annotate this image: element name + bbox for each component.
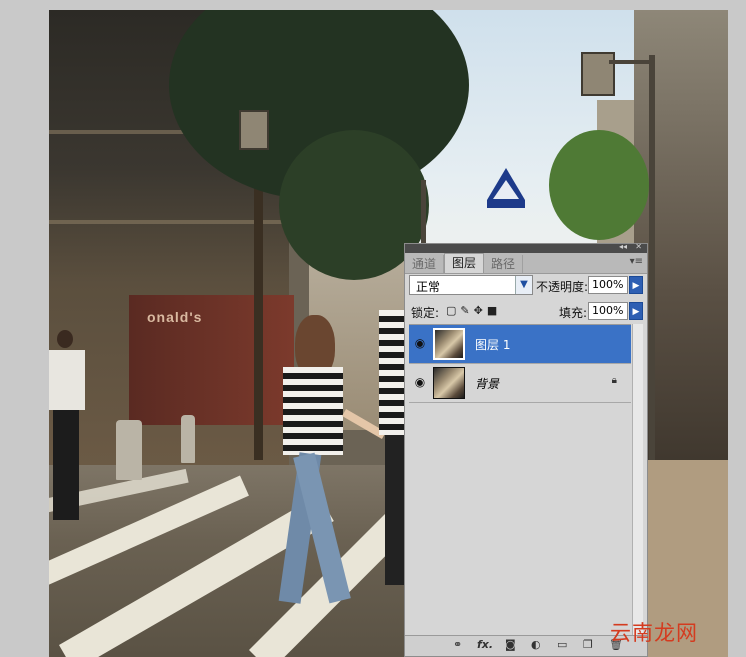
lamp-arm [609,60,651,64]
blend-mode-value: 正常 [416,280,441,294]
link-layers-icon[interactable]: ⚭ [453,638,462,651]
fx-icon[interactable]: fx. [477,638,493,651]
watermark-logo: 云南龙网 [610,621,698,645]
fill-label: 填充: [559,306,588,320]
layers-panel: ◂◂ ✕ 通道 图层 路径 ▾≡ 正常 ▼ 不透明度: 100% ▶ 锁定: ▢… [404,242,648,657]
street-lamp [239,110,269,150]
opacity-label: 不透明度: [536,280,589,294]
layer-list-scrollbar[interactable] [632,324,643,636]
opacity-input[interactable]: 100% [588,276,628,294]
blend-opacity-row: 正常 ▼ 不透明度: 100% ▶ [409,275,643,297]
eye-icon[interactable]: ◉ [411,373,429,391]
chevron-down-icon[interactable]: ▼ [515,276,532,294]
panel-title-strip: ◂◂ ✕ [405,242,647,253]
lock-position-icon[interactable]: ✥ [474,304,487,317]
lock-pixels-icon[interactable]: ✎ [460,304,473,317]
layer-thumbnail [433,328,465,360]
layer-thumbnail [433,367,465,399]
opacity-slider-icon[interactable]: ▶ [629,276,643,294]
group-icon[interactable]: ▭ [557,638,567,651]
pedestrian [49,330,87,520]
storefront-text: onald's [147,309,203,325]
layer-name[interactable]: 图层 1 [475,336,510,353]
tab-layers[interactable]: 图层 [444,253,485,273]
lock-label: 锁定: [411,306,440,320]
layer-name[interactable]: 背景 [475,375,499,392]
bollard [116,420,142,480]
woman-walking [269,315,386,615]
tree-canopy-right [549,130,649,240]
lock-options: ▢✎✥■ [446,304,501,317]
blend-mode-select[interactable]: 正常 ▼ [409,275,533,295]
adjustment-icon[interactable]: ◐ [531,638,541,651]
crossing-sign-inner [493,180,519,199]
lock-icon: 🔒︎ [611,375,617,386]
tree-trunk [254,160,263,460]
layer-row-layer1[interactable]: ◉ 图层 1 [409,325,631,364]
lock-transparency-icon[interactable]: ▢ [446,304,460,317]
panel-tabs: 通道 图层 路径 ▾≡ [405,253,647,274]
lamp-pole [649,55,655,475]
new-layer-icon[interactable]: ❐ [583,638,593,651]
mask-icon[interactable]: ◙ [505,638,516,651]
layer-row-background[interactable]: ◉ 背景 🔒︎ [409,364,631,403]
collapse-panel-icon[interactable]: ◂◂ [619,242,627,251]
tab-paths[interactable]: 路径 [484,255,524,273]
close-panel-icon[interactable]: ✕ [635,242,642,251]
crossing-sign-base [487,200,525,208]
panel-menu-icon[interactable]: ▾≡ [630,256,643,267]
fill-slider-icon[interactable]: ▶ [629,302,643,320]
lock-all-icon[interactable]: ■ [487,304,501,317]
bollard [181,415,195,463]
tab-channels[interactable]: 通道 [405,255,445,273]
street-lamp [581,52,615,96]
layer-list: ◉ 图层 1 ◉ 背景 🔒︎ [409,324,631,635]
lock-fill-row: 锁定: ▢✎✥■ 填充: 100% ▶ [409,301,643,323]
eye-icon[interactable]: ◉ [411,334,429,352]
fill-input[interactable]: 100% [588,302,628,320]
